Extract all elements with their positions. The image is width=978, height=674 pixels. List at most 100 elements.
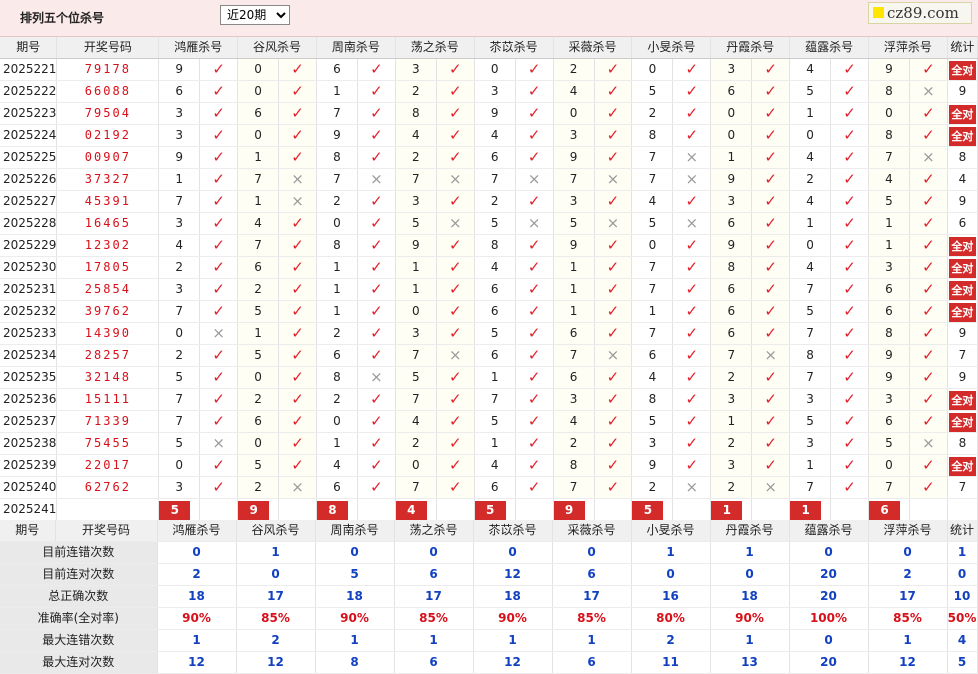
current-kill-number: 5	[632, 500, 664, 520]
current-kill-cell: 9	[553, 498, 595, 521]
stats-value: 20	[789, 651, 869, 674]
check-icon: ✓	[278, 454, 317, 477]
kill-number: 3	[868, 256, 910, 279]
kill-number: 0	[316, 212, 358, 235]
current-row: 2025241 当前期杀号 5 9 8 4 5 9 5 1 1 6	[0, 498, 978, 521]
kill-number: 1	[710, 410, 753, 433]
cross-icon: ×	[278, 190, 317, 213]
check-icon: ✓	[199, 454, 239, 477]
kill-number: 8	[868, 124, 910, 147]
stats-header-expert: 小旻杀号	[631, 520, 711, 542]
kill-number: 4	[316, 454, 358, 477]
table-row: 2025239 22017 0 ✓ 5 ✓ 4 ✓ 0 ✓ 4 ✓ 8 ✓ 9 ✓ 3 ✓ 1 ✓ 0 ✓ 全对	[0, 454, 978, 477]
check-icon: ✓	[278, 234, 317, 257]
kill-number: 0	[158, 454, 201, 477]
stat-badge: 全对	[947, 388, 978, 411]
stats-value: 20	[789, 585, 869, 608]
kill-number: 0	[474, 58, 516, 81]
header-expert[interactable]: 浮萍杀号	[868, 37, 948, 59]
kill-number: 7	[631, 322, 674, 345]
stats-header-stat: 统计	[947, 520, 978, 542]
issue-number: 2025236	[0, 388, 58, 411]
kill-number: 3	[158, 278, 201, 301]
stats-value: 1	[473, 629, 553, 652]
stat-count: 8	[947, 146, 978, 169]
header-expert[interactable]: 蕴露杀号	[789, 37, 869, 59]
check-icon: ✓	[199, 168, 239, 191]
kill-number: 5	[395, 366, 437, 389]
cross-icon: ×	[909, 146, 948, 169]
kill-number: 0	[237, 80, 280, 103]
stats-value: 50%	[947, 607, 978, 630]
check-icon: ✓	[199, 102, 239, 125]
kill-number: 9	[710, 234, 753, 257]
check-icon: ✓	[672, 344, 712, 367]
stats-value: 0	[157, 541, 237, 564]
check-icon: ✓	[751, 388, 791, 411]
kill-number: 5	[631, 212, 674, 235]
kill-number: 3	[474, 80, 516, 103]
kill-number: 6	[474, 344, 516, 367]
kill-number: 6	[710, 300, 753, 323]
kill-number: 2	[237, 278, 280, 301]
current-issue: 2025241	[0, 498, 58, 521]
kill-number: 8	[868, 80, 910, 103]
check-icon: ✓	[830, 212, 869, 235]
kill-number: 7	[710, 344, 753, 367]
stats-value: 1	[631, 541, 711, 564]
kill-number: 5	[631, 80, 674, 103]
issue-number: 2025223	[0, 102, 58, 125]
check-icon: ✓	[751, 102, 791, 125]
cross-icon: ×	[751, 344, 791, 367]
check-icon: ✓	[751, 432, 791, 455]
check-icon: ✓	[515, 102, 554, 125]
kill-number: 8	[553, 454, 595, 477]
check-icon: ✓	[436, 58, 475, 81]
current-kill-cell: 5	[474, 498, 516, 521]
check-icon: ✓	[436, 476, 475, 499]
kill-number: 9	[474, 102, 516, 125]
check-icon: ✓	[199, 190, 239, 213]
stats-value: 18	[157, 585, 237, 608]
kill-number: 1	[868, 234, 910, 257]
check-icon: ✓	[830, 344, 869, 367]
check-icon: ✓	[751, 300, 791, 323]
check-icon: ✓	[199, 388, 239, 411]
check-icon: ✓	[199, 476, 239, 499]
kill-number: 5	[237, 344, 280, 367]
stat-badge: 全对	[947, 234, 978, 257]
header-expert[interactable]: 采薇杀号	[553, 37, 633, 59]
stats-value: 5	[315, 563, 395, 586]
check-icon: ✓	[357, 344, 396, 367]
kill-number: 7	[474, 168, 516, 191]
kill-number: 7	[158, 388, 201, 411]
check-icon: ✓	[436, 454, 475, 477]
stats-value: 11	[631, 651, 711, 674]
current-stat-cell	[947, 498, 978, 521]
check-icon: ✓	[751, 322, 791, 345]
check-icon: ✓	[278, 146, 317, 169]
header-expert[interactable]: 苶苡杀号	[474, 37, 554, 59]
header-expert[interactable]: 荡之杀号	[395, 37, 475, 59]
kill-number: 1	[395, 278, 437, 301]
stats-header-expert: 苶苡杀号	[473, 520, 553, 542]
header-expert[interactable]: 丹霞杀号	[710, 37, 791, 59]
check-icon: ✓	[830, 146, 869, 169]
header-expert[interactable]: 谷风杀号	[237, 37, 317, 59]
draw-number: 45391	[56, 190, 160, 213]
stats-header-expert: 蕴露杀号	[789, 520, 869, 542]
header-expert[interactable]: 鸿雁杀号	[158, 37, 239, 59]
check-icon: ✓	[830, 102, 869, 125]
header-expert[interactable]: 周南杀号	[316, 37, 396, 59]
kill-number: 3	[868, 388, 910, 411]
kill-number: 9	[395, 234, 437, 257]
stat-count: 9	[947, 366, 978, 389]
period-select[interactable]: 近20期	[220, 5, 290, 25]
site-logo[interactable]: cz89.com	[868, 2, 972, 24]
kill-number: 7	[631, 168, 674, 191]
kill-number: 9	[868, 58, 910, 81]
kill-number: 1	[553, 256, 595, 279]
stats-label: 准确率(全对率)	[0, 607, 158, 630]
stats-value: 1	[236, 541, 316, 564]
header-expert[interactable]: 小旻杀号	[631, 37, 712, 59]
